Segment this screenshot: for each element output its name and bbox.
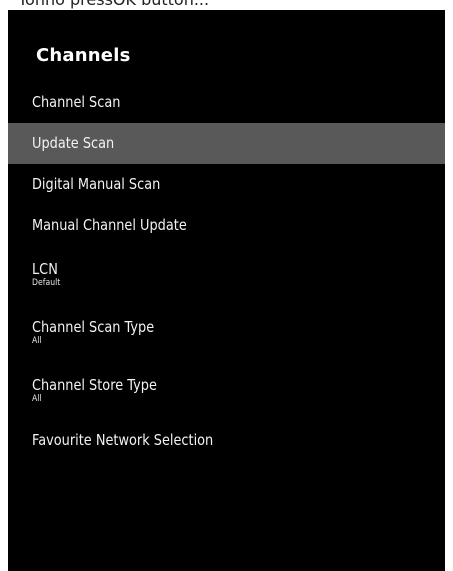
menu-item-label: Channel Scan [32, 93, 121, 111]
panel-title: Channels [36, 45, 131, 66]
menu-item-channel-scan[interactable]: Channel Scan [8, 82, 445, 123]
channels-menu-list: Channel Scan Update Scan Digital Manual … [8, 82, 445, 461]
menu-item-manual-channel-update[interactable]: Manual Channel Update [8, 205, 445, 246]
menu-item-label: Digital Manual Scan [32, 175, 161, 193]
menu-item-label: Update Scan [32, 134, 115, 152]
menu-item-value: All [32, 394, 42, 404]
menu-item-update-scan[interactable]: Update Scan [8, 123, 445, 164]
menu-item-value: Default [32, 278, 61, 288]
menu-item-label: LCN [32, 260, 58, 278]
top-cropped-text: Tonho pressOK button... [0, 0, 453, 10]
menu-item-channel-store-type[interactable]: Channel Store Type All [8, 362, 445, 420]
menu-item-channel-scan-type[interactable]: Channel Scan Type All [8, 304, 445, 362]
menu-item-label: Favourite Network Selection [32, 431, 214, 449]
menu-item-digital-manual-scan[interactable]: Digital Manual Scan [8, 164, 445, 205]
menu-item-value: All [32, 336, 42, 346]
menu-item-label: Channel Scan Type [32, 318, 155, 336]
menu-item-label: Channel Store Type [32, 376, 157, 394]
menu-item-favourite-network-selection[interactable]: Favourite Network Selection [8, 420, 445, 461]
menu-item-label: Manual Channel Update [32, 216, 187, 234]
top-cropped-label: Tonho pressOK button... [18, 0, 209, 9]
channels-menu-panel: Channels Channel Scan Update Scan Digita… [8, 10, 445, 571]
menu-item-lcn[interactable]: LCN Default [8, 246, 445, 304]
